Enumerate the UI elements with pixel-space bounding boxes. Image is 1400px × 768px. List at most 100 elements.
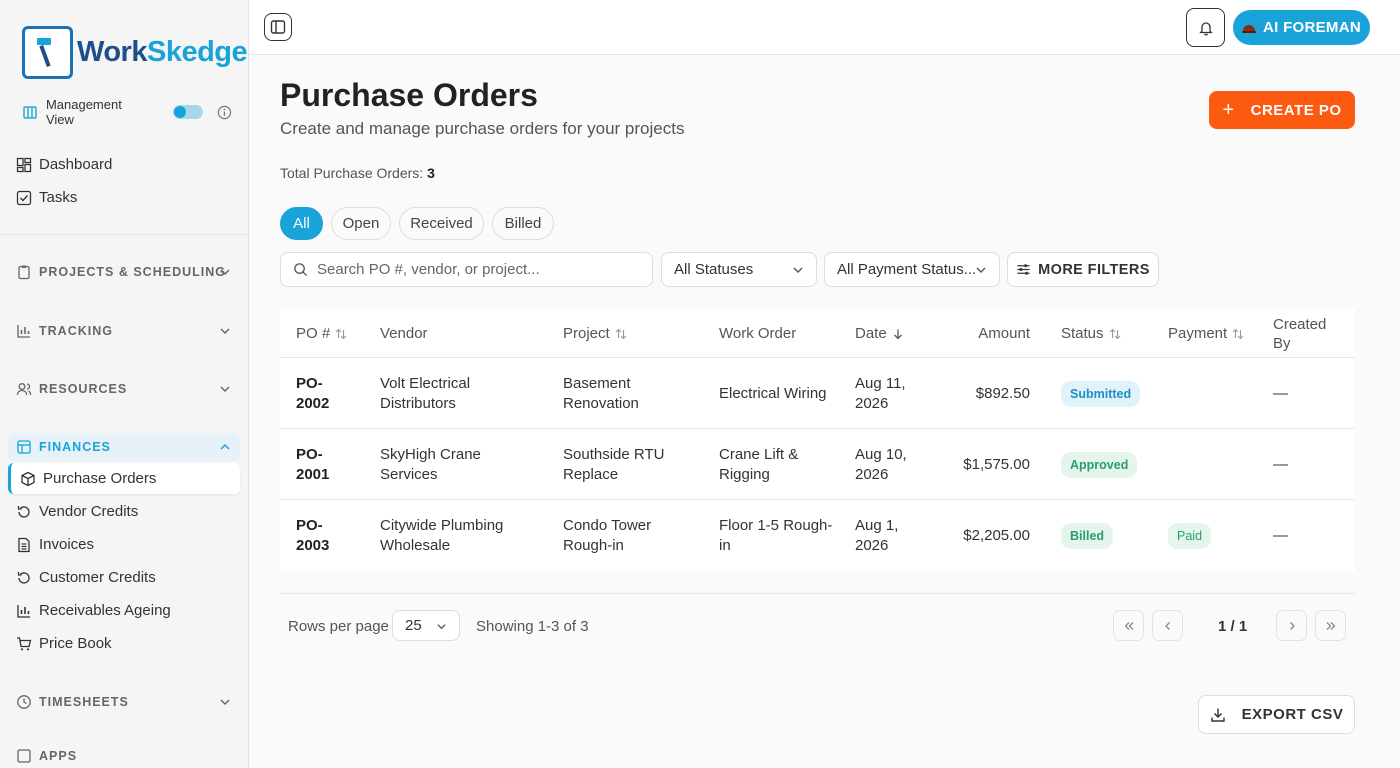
cell-date: Aug 10, 2026 xyxy=(855,445,907,483)
bar-chart-icon xyxy=(17,604,30,618)
export-csv-button[interactable]: EXPORT CSV xyxy=(1198,695,1355,734)
status-filter-select[interactable]: All Statuses xyxy=(661,252,817,287)
chevron-left-icon xyxy=(1164,621,1170,630)
cell-status: Submitted xyxy=(1061,358,1141,429)
page-indicator: 1 / 1 xyxy=(1218,618,1248,635)
rows-per-page-select[interactable]: 25 xyxy=(392,610,460,641)
purchase-orders-table: PO # Vendor Project Work Order Date Amou… xyxy=(280,309,1355,571)
col-header-amount: Amount xyxy=(950,309,1030,358)
section-label: FINANCES xyxy=(39,440,111,454)
hard-hat-icon xyxy=(1242,24,1256,33)
toggle-sidebar-button[interactable] xyxy=(264,13,292,41)
sidebar-item-purchase-orders[interactable]: Purchase Orders xyxy=(8,463,240,494)
prev-page-button[interactable] xyxy=(1152,610,1183,641)
section-finances[interactable]: FINANCES xyxy=(8,433,240,461)
search-input[interactable] xyxy=(317,261,637,278)
sidebar-item-receivables-ageing[interactable]: Receivables Ageing xyxy=(8,595,240,626)
brand-logo[interactable]: WorkSkedge xyxy=(22,26,248,79)
sliders-icon xyxy=(1017,264,1030,275)
payment-filter-select[interactable]: All Payment Status... xyxy=(824,252,1000,287)
col-header-label: PO # xyxy=(296,325,331,342)
sidebar-item-tasks[interactable]: Tasks xyxy=(8,182,240,213)
users-icon xyxy=(16,383,32,396)
col-header-po[interactable]: PO # xyxy=(296,309,347,358)
cell-work-order: Crane Lift & Rigging xyxy=(719,445,799,483)
chevron-down-icon xyxy=(976,267,986,273)
cell-payment: Paid xyxy=(1168,500,1212,571)
section-label: PROJECTS & SCHEDULING xyxy=(39,265,226,279)
cell-amount: $1,575.00 xyxy=(963,455,1030,473)
tab-received[interactable]: Received xyxy=(399,207,484,240)
sidebar-item-label: Purchase Orders xyxy=(43,470,157,487)
dashboard-icon xyxy=(16,157,32,172)
cell-work-order: Electrical Wiring xyxy=(719,384,827,402)
sidebar-item-customer-credits[interactable]: Customer Credits xyxy=(8,562,240,593)
cell-work-order: Floor 1-5 Rough-in xyxy=(719,516,833,554)
cell-date: Aug 11, 2026 xyxy=(855,374,906,412)
col-header-payment[interactable]: Payment xyxy=(1168,309,1244,358)
apps-icon xyxy=(17,749,31,763)
table-row[interactable]: PO-2002 Volt Electrical Distributors Bas… xyxy=(280,358,1355,429)
table-row[interactable]: PO-2003 Citywide Plumbing Wholesale Cond… xyxy=(280,500,1355,571)
section-label: TRACKING xyxy=(39,324,113,338)
section-timesheets[interactable]: TIMESHEETS xyxy=(8,688,240,716)
sidebar-item-dashboard[interactable]: Dashboard xyxy=(8,149,240,180)
cell-po: PO-2002 xyxy=(296,374,330,412)
sidebar-item-price-book[interactable]: Price Book xyxy=(8,628,240,659)
col-header-status[interactable]: Status xyxy=(1061,309,1121,358)
sidebar-panel-icon xyxy=(270,20,286,34)
total-label: Total Purchase Orders: xyxy=(280,165,424,181)
search-icon xyxy=(294,263,308,277)
payment-filter-value: All Payment Status... xyxy=(837,261,977,278)
col-header-project[interactable]: Project xyxy=(563,309,627,358)
plus-icon: + xyxy=(1222,98,1235,121)
last-page-button[interactable] xyxy=(1315,610,1346,641)
col-header-label: Amount xyxy=(978,325,1030,342)
showing-range: Showing 1-3 of 3 xyxy=(476,618,589,635)
col-header-label: Created By xyxy=(1273,315,1327,352)
sidebar-item-invoices[interactable]: Invoices xyxy=(8,529,240,560)
create-po-button[interactable]: + CREATE PO xyxy=(1209,91,1355,129)
first-page-button[interactable] xyxy=(1113,610,1144,641)
col-header-label: Work Order xyxy=(719,325,797,342)
search-box[interactable] xyxy=(280,252,653,287)
chevron-right-icon xyxy=(1289,621,1295,630)
rotate-ccw-icon xyxy=(17,505,30,518)
cart-icon xyxy=(17,636,32,650)
main-content: Purchase Orders Create and manage purcha… xyxy=(249,55,1400,768)
sidebar-item-label: Price Book xyxy=(39,635,112,652)
notifications-button[interactable] xyxy=(1186,8,1225,47)
table-row[interactable]: PO-2001 SkyHigh Crane Services Southside… xyxy=(280,429,1355,500)
ai-foreman-button[interactable]: AI FOREMAN xyxy=(1233,10,1370,45)
section-apps[interactable]: APPS xyxy=(8,742,240,768)
col-header-label: Date xyxy=(855,325,887,342)
management-view-toggle[interactable] xyxy=(173,105,204,119)
col-header-label: Vendor xyxy=(380,325,428,342)
col-header-label: Status xyxy=(1061,325,1104,342)
tab-all[interactable]: All xyxy=(280,207,323,240)
chevron-down-icon xyxy=(220,699,230,706)
package-icon xyxy=(21,471,35,486)
col-header-date[interactable]: Date xyxy=(855,309,904,358)
cell-project: Basement Renovation xyxy=(563,374,639,412)
section-label: APPS xyxy=(39,749,78,763)
file-text-icon xyxy=(18,537,30,552)
section-tracking[interactable]: TRACKING xyxy=(8,317,240,345)
tab-open[interactable]: Open xyxy=(331,207,391,240)
cell-created-by: — xyxy=(1273,526,1288,544)
section-label: RESOURCES xyxy=(39,382,128,396)
col-header-label: Payment xyxy=(1168,325,1228,342)
info-icon[interactable] xyxy=(217,105,232,120)
clipboard-icon xyxy=(18,265,30,280)
section-resources[interactable]: RESOURCES xyxy=(8,375,240,403)
sidebar-item-vendor-credits[interactable]: Vendor Credits xyxy=(8,496,240,527)
section-projects-scheduling[interactable]: PROJECTS & SCHEDULING xyxy=(8,258,240,286)
tab-billed[interactable]: Billed xyxy=(492,207,554,240)
status-badge: Billed xyxy=(1061,522,1114,549)
sort-icon xyxy=(1232,328,1244,339)
next-page-button[interactable] xyxy=(1276,610,1307,641)
status-filter-value: All Statuses xyxy=(674,261,754,278)
sort-icon xyxy=(335,328,347,339)
hammer-logo-icon xyxy=(22,26,73,79)
more-filters-button[interactable]: MORE FILTERS xyxy=(1007,252,1159,287)
